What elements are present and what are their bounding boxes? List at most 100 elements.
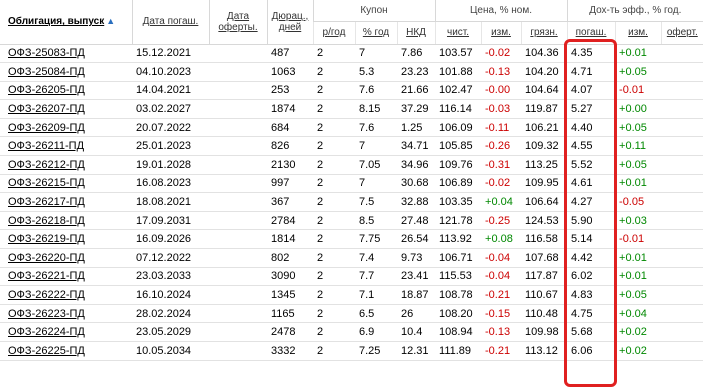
coupon-rate-cell: 6.9 xyxy=(355,322,397,342)
sort-rate-link[interactable]: % год xyxy=(363,27,389,38)
bond-name-link[interactable]: ОФЗ-26223-ПД xyxy=(8,308,85,320)
yield-change-cell-value: +0.01 xyxy=(619,177,647,190)
coupon-freq-cell-value: 2 xyxy=(317,307,324,320)
price-change-cell-value: +0.04 xyxy=(485,196,513,209)
ytm-cell: 4.42 xyxy=(567,248,616,268)
maturity-cell-value: 18.08.2021 xyxy=(136,196,192,209)
sort-yield-chg-link[interactable]: изм. xyxy=(628,27,648,38)
bond-name-link[interactable]: ОФЗ-26222-ПД xyxy=(8,289,85,301)
col-coupon-freq[interactable]: р/год xyxy=(312,21,355,45)
sort-offer-link[interactable]: Дата оферты. xyxy=(218,11,257,33)
nkd-cell-value: 18.87 xyxy=(401,289,429,302)
col-bond-header[interactable]: Облигация, выпуск ▲ xyxy=(0,0,132,45)
ytm-cell: 4.83 xyxy=(567,285,616,305)
sort-bond-link[interactable]: Облигация, выпуск xyxy=(8,16,104,27)
bond-name-link[interactable]: ОФЗ-26219-ПД xyxy=(8,233,85,245)
clean-price-cell-value: 106.09 xyxy=(439,121,473,134)
offer-cell xyxy=(209,341,267,361)
dirty-price-cell: 117.87 xyxy=(521,267,568,287)
col-nkd[interactable]: НКД xyxy=(396,21,436,45)
coupon-rate-cell: 6.5 xyxy=(355,304,397,324)
yield-change-cell: +0.01 xyxy=(615,267,662,287)
col-duration-header[interactable]: Дюрац., дней xyxy=(266,0,313,45)
price-change-cell: -0.25 xyxy=(481,211,522,231)
coupon-freq-cell-value: 2 xyxy=(317,121,324,134)
bond-name-link[interactable]: ОФЗ-26211-ПД xyxy=(8,140,84,152)
maturity-cell-value: 28.02.2024 xyxy=(136,307,192,320)
duration-cell: 802 xyxy=(267,248,313,268)
bond-name-link[interactable]: ОФЗ-26212-ПД xyxy=(8,159,85,171)
col-yield-offer[interactable]: оферт. xyxy=(660,21,703,45)
col-offer-header[interactable]: Дата оферты. xyxy=(208,0,267,45)
bond-name-link[interactable]: ОФЗ-26220-ПД xyxy=(8,252,85,264)
maturity-cell-value: 04.10.2023 xyxy=(136,65,192,78)
price-change-cell-value: -0.21 xyxy=(485,289,511,302)
sort-duration-link[interactable]: Дюрац., дней xyxy=(272,11,309,33)
col-dirty-price[interactable]: грязн. xyxy=(520,21,568,45)
ytm-cell-value: 5.68 xyxy=(571,326,593,339)
col-maturity-header[interactable]: Дата погаш. xyxy=(131,0,209,45)
sort-yield-offer-link[interactable]: оферт. xyxy=(667,27,698,38)
yield-change-cell: +0.02 xyxy=(615,322,662,342)
nkd-cell: 26 xyxy=(397,304,436,324)
bond-name-link[interactable]: ОФЗ-26205-ПД xyxy=(8,84,85,96)
clean-price-cell-value: 121.78 xyxy=(439,214,473,227)
sort-freq-link[interactable]: р/год xyxy=(323,27,346,38)
coupon-freq-cell-value: 2 xyxy=(317,214,324,227)
duration-cell-value: 3332 xyxy=(271,344,296,357)
price-change-cell: -0.11 xyxy=(481,118,522,138)
nkd-cell: 10.4 xyxy=(397,322,436,342)
yield-change-cell: +0.01 xyxy=(615,44,662,64)
bond-name-link[interactable]: ОФЗ-26207-ПД xyxy=(8,103,85,115)
ytm-cell: 5.14 xyxy=(567,229,616,250)
bond-name-link[interactable]: ОФЗ-26209-ПД xyxy=(8,122,85,134)
dirty-price-cell-value: 106.21 xyxy=(525,121,559,134)
yield-offer-cell xyxy=(661,285,703,305)
bond-name-link[interactable]: ОФЗ-26218-ПД xyxy=(8,215,85,227)
duration-cell: 2784 xyxy=(267,211,313,231)
col-price-change[interactable]: изм. xyxy=(480,21,522,45)
sort-price-chg-link[interactable]: изм. xyxy=(491,27,511,38)
bond-name-link[interactable]: ОФЗ-26215-ПД xyxy=(8,177,85,189)
table-row: ОФЗ-26211-ПД 25.01.2023 826 2 7 34.71 105.85 -0… xyxy=(0,136,703,157)
sort-nkd-link[interactable]: НКД xyxy=(406,27,426,38)
dirty-price-cell: 113.25 xyxy=(521,155,568,175)
price-change-cell: -0.02 xyxy=(481,174,522,194)
bond-name-link[interactable]: ОФЗ-26217-ПД xyxy=(8,196,85,208)
dirty-price-cell: 124.53 xyxy=(521,211,568,231)
maturity-cell: 04.10.2023 xyxy=(132,62,209,82)
nkd-cell: 34.96 xyxy=(397,155,436,175)
nkd-cell: 18.87 xyxy=(397,285,436,305)
clean-price-cell-value: 105.85 xyxy=(439,140,473,153)
coupon-rate-cell: 7 xyxy=(355,136,397,157)
col-yield-change[interactable]: изм. xyxy=(614,21,662,45)
clean-price-cell-value: 108.20 xyxy=(439,307,473,320)
bond-name-link[interactable]: ОФЗ-26225-ПД xyxy=(8,345,85,357)
col-coupon-rate[interactable]: % год xyxy=(354,21,397,45)
maturity-cell: 18.08.2021 xyxy=(132,192,209,212)
col-ytm[interactable]: погаш. xyxy=(566,21,616,45)
duration-cell-value: 367 xyxy=(271,196,290,209)
bond-name-link[interactable]: ОФЗ-26224-ПД xyxy=(8,326,85,338)
yield-change-cell-value: -0.01 xyxy=(619,84,645,97)
coupon-freq-cell: 2 xyxy=(313,211,355,231)
table-row: ОФЗ-26209-ПД 20.07.2022 684 2 7.6 1.25 106.09-… xyxy=(0,118,703,138)
offer-cell xyxy=(209,267,267,287)
bond-name-link[interactable]: ОФЗ-25084-ПД xyxy=(8,66,85,78)
sort-dirty-link[interactable]: грязн. xyxy=(530,27,557,38)
price-change-cell: -0.31 xyxy=(481,155,522,175)
sort-ytm-link[interactable]: погаш. xyxy=(576,27,607,38)
offer-cell xyxy=(209,136,267,157)
sort-clean-link[interactable]: чист. xyxy=(447,27,469,38)
table-row: ОФЗ-26207-ПД 03.02.2027 1874 2 8.15 37.29 116.… xyxy=(0,99,703,119)
yield-change-cell-value: +0.05 xyxy=(619,65,647,78)
bond-name-link[interactable]: ОФЗ-25083-ПД xyxy=(8,47,85,59)
duration-cell: 3332 xyxy=(267,341,313,361)
dirty-price-cell-value: 119.87 xyxy=(525,103,558,116)
dirty-price-cell-value: 104.64 xyxy=(525,84,559,97)
col-clean-price[interactable]: чист. xyxy=(434,21,482,45)
bond-name-link[interactable]: ОФЗ-26221-ПД xyxy=(8,270,85,282)
sort-maturity-link[interactable]: Дата погаш. xyxy=(143,16,199,27)
dirty-price-cell-value: 113.25 xyxy=(525,158,558,171)
price-change-cell-value: -0.21 xyxy=(485,344,511,357)
